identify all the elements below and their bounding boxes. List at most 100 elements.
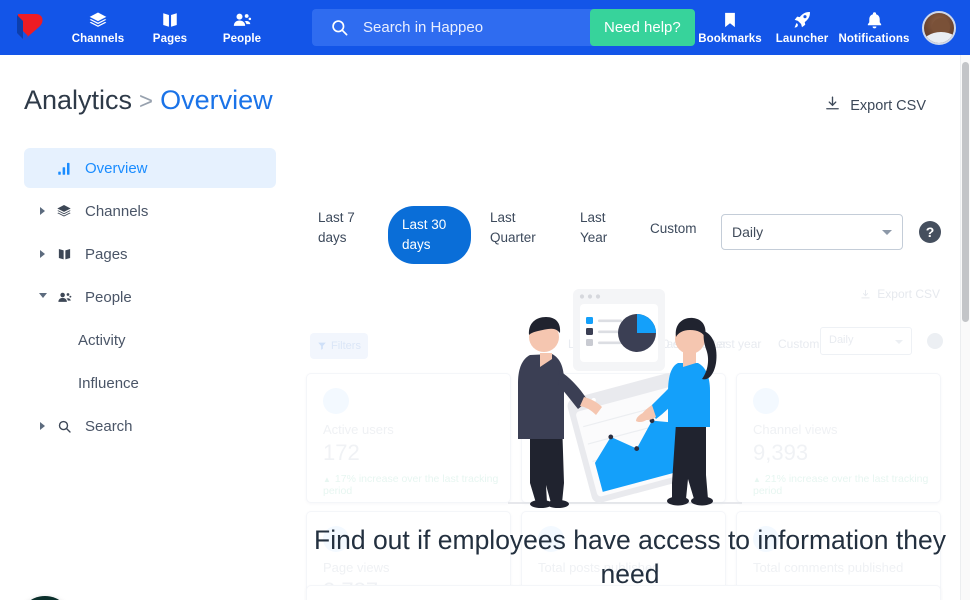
bar-chart-icon bbox=[52, 161, 76, 176]
need-help-button[interactable]: Need help? bbox=[590, 9, 695, 46]
sidebar-row: Activity bbox=[0, 320, 300, 363]
sidebar-item-search[interactable]: Search bbox=[24, 406, 276, 446]
nav-item-bookmarks[interactable]: Bookmarks bbox=[694, 0, 766, 55]
sidebar-row: Pages bbox=[0, 234, 300, 277]
nav-label-bookmarks: Bookmarks bbox=[698, 33, 762, 45]
chevron-right-icon[interactable] bbox=[40, 422, 45, 430]
nav-item-people[interactable]: People bbox=[206, 0, 278, 55]
sidebar-label-pages: Pages bbox=[85, 245, 128, 263]
granularity-help-icon[interactable]: ? bbox=[919, 221, 941, 243]
sidebar-row: Channels bbox=[0, 191, 300, 234]
range-pill-label: Last Quarter bbox=[490, 210, 536, 245]
nav-item-launcher[interactable]: Launcher bbox=[766, 0, 838, 55]
sidebar-row: People bbox=[0, 277, 300, 320]
nav-label-notifications: Notifications bbox=[838, 33, 910, 45]
granularity-select[interactable]: Daily bbox=[721, 214, 903, 250]
scrollbar-thumb[interactable] bbox=[962, 62, 969, 322]
range-pill-label: Last 30 days bbox=[402, 217, 447, 252]
sidebar-label-channels: Channels bbox=[85, 202, 149, 220]
nav-item-channels[interactable]: Channels bbox=[62, 0, 134, 55]
people-icon bbox=[52, 290, 76, 305]
sidebar-item-people[interactable]: People bbox=[24, 277, 276, 317]
range-pill-label: Last Year bbox=[580, 210, 608, 245]
rocket-icon bbox=[792, 10, 812, 30]
sidebar-item-activity[interactable]: Activity bbox=[24, 320, 276, 360]
bell-icon bbox=[865, 10, 884, 30]
layers-icon bbox=[52, 203, 76, 219]
sidebar-item-channels[interactable]: Channels bbox=[24, 191, 276, 231]
range-pill-last-quarter[interactable]: Last Quarter bbox=[490, 206, 554, 250]
ghost-card-delta: ▲ 17% increase over the last tracking per… bbox=[323, 473, 499, 497]
range-pill-label: Custom bbox=[650, 221, 697, 237]
ghost-card-title: Active users bbox=[323, 422, 394, 437]
range-pill-label: Last 7 days bbox=[318, 210, 355, 245]
bookmark-icon bbox=[721, 10, 739, 30]
granularity-value: Daily bbox=[732, 224, 764, 240]
book-icon bbox=[52, 246, 76, 262]
nav-item-notifications[interactable]: Notifications bbox=[838, 0, 910, 55]
chevron-down-icon bbox=[882, 229, 892, 235]
search-icon bbox=[330, 18, 349, 37]
search-icon bbox=[52, 419, 76, 434]
analytics-people-illustration bbox=[500, 287, 750, 519]
people-icon bbox=[231, 10, 253, 30]
sidebar-item-influence[interactable]: Influence bbox=[24, 363, 276, 403]
breadcrumb-root[interactable]: Analytics bbox=[24, 85, 132, 115]
top-navigation-bar: Channels Pages People Search in Happeo N… bbox=[0, 0, 970, 55]
ghost-export-csv: Export CSV bbox=[860, 287, 940, 301]
nav-label-launcher: Launcher bbox=[775, 33, 829, 45]
range-pill-custom[interactable]: Custom bbox=[650, 218, 714, 240]
ghost-card: Channel views 9,393 ▲ 21% increase over t… bbox=[736, 373, 941, 503]
ghost-card-delta: ▲ 21% increase over the last tracking per… bbox=[753, 473, 929, 497]
happeo-logo[interactable] bbox=[0, 0, 62, 55]
page-content: Analytics > Overview Export CSV Overview… bbox=[0, 55, 970, 600]
ghost-granularity-select: Daily bbox=[820, 327, 912, 355]
person-icon bbox=[323, 388, 349, 414]
range-pill-last-7-days[interactable]: Last 7 days bbox=[318, 206, 378, 250]
sidebar-label-overview: Overview bbox=[85, 159, 148, 177]
ghost-card-value: 9,393 bbox=[753, 440, 809, 465]
layers-icon bbox=[88, 10, 108, 30]
sidebar-row: Search bbox=[0, 406, 300, 449]
help-fab-button[interactable]: ? bbox=[18, 596, 72, 600]
nav-label-people: People bbox=[222, 33, 262, 45]
illustration-svg bbox=[508, 289, 742, 508]
ghost-help-icon bbox=[927, 333, 943, 349]
happeo-logo-icon bbox=[17, 13, 43, 40]
breadcrumb-current: Overview bbox=[160, 85, 273, 115]
sidebar-item-overview[interactable]: Overview bbox=[24, 148, 276, 188]
chevron-down-icon[interactable] bbox=[39, 292, 47, 302]
chevron-down-icon bbox=[895, 340, 903, 344]
download-icon bbox=[824, 95, 841, 116]
empty-state-title: Find out if employees have access to inf… bbox=[314, 525, 946, 590]
nav-label-pages: Pages bbox=[152, 33, 188, 45]
chevron-right-icon[interactable] bbox=[40, 250, 45, 258]
sidebar-label-search: Search bbox=[85, 417, 133, 435]
avatar-shirt bbox=[924, 31, 954, 43]
nav-item-pages[interactable]: Pages bbox=[134, 0, 206, 55]
ghost-card-value: 172 bbox=[323, 440, 360, 465]
export-csv-button[interactable]: Export CSV bbox=[824, 95, 926, 116]
sidebar-label-influence: Influence bbox=[78, 374, 139, 392]
sidebar-item-pages[interactable]: Pages bbox=[24, 234, 276, 274]
global-search-placeholder: Search in Happeo bbox=[363, 19, 484, 36]
analytics-sidebar: Overview Channels Pages People Activity … bbox=[0, 148, 300, 449]
user-avatar[interactable] bbox=[922, 10, 956, 45]
range-pill-last-30-days[interactable]: Last 30 days bbox=[388, 206, 471, 264]
ghost-card: Active users 172 ▲ 17% increase over the … bbox=[306, 373, 511, 503]
book-icon bbox=[161, 10, 179, 30]
date-range-filter-bar: Last 7 days Last 30 days Last Quarter La… bbox=[310, 148, 950, 264]
sidebar-row: Overview bbox=[0, 148, 300, 191]
breadcrumb: Analytics > Overview bbox=[24, 85, 273, 116]
breadcrumb-separator: > bbox=[139, 88, 154, 115]
app-root: Channels Pages People Search in Happeo N… bbox=[0, 0, 970, 600]
range-pill-last-year[interactable]: Last Year bbox=[580, 206, 628, 250]
ghost-granularity-value: Daily bbox=[829, 334, 854, 346]
sidebar-row: Influence bbox=[0, 363, 300, 406]
sidebar-label-activity: Activity bbox=[78, 331, 126, 349]
ghost-card-title: Channel views bbox=[753, 422, 838, 437]
secondary-nav-group: Bookmarks Launcher Notifications bbox=[694, 0, 962, 55]
ghost-export-label: Export CSV bbox=[877, 287, 940, 301]
chevron-right-icon[interactable] bbox=[40, 207, 45, 215]
ghost-chip: Custom bbox=[778, 337, 820, 351]
